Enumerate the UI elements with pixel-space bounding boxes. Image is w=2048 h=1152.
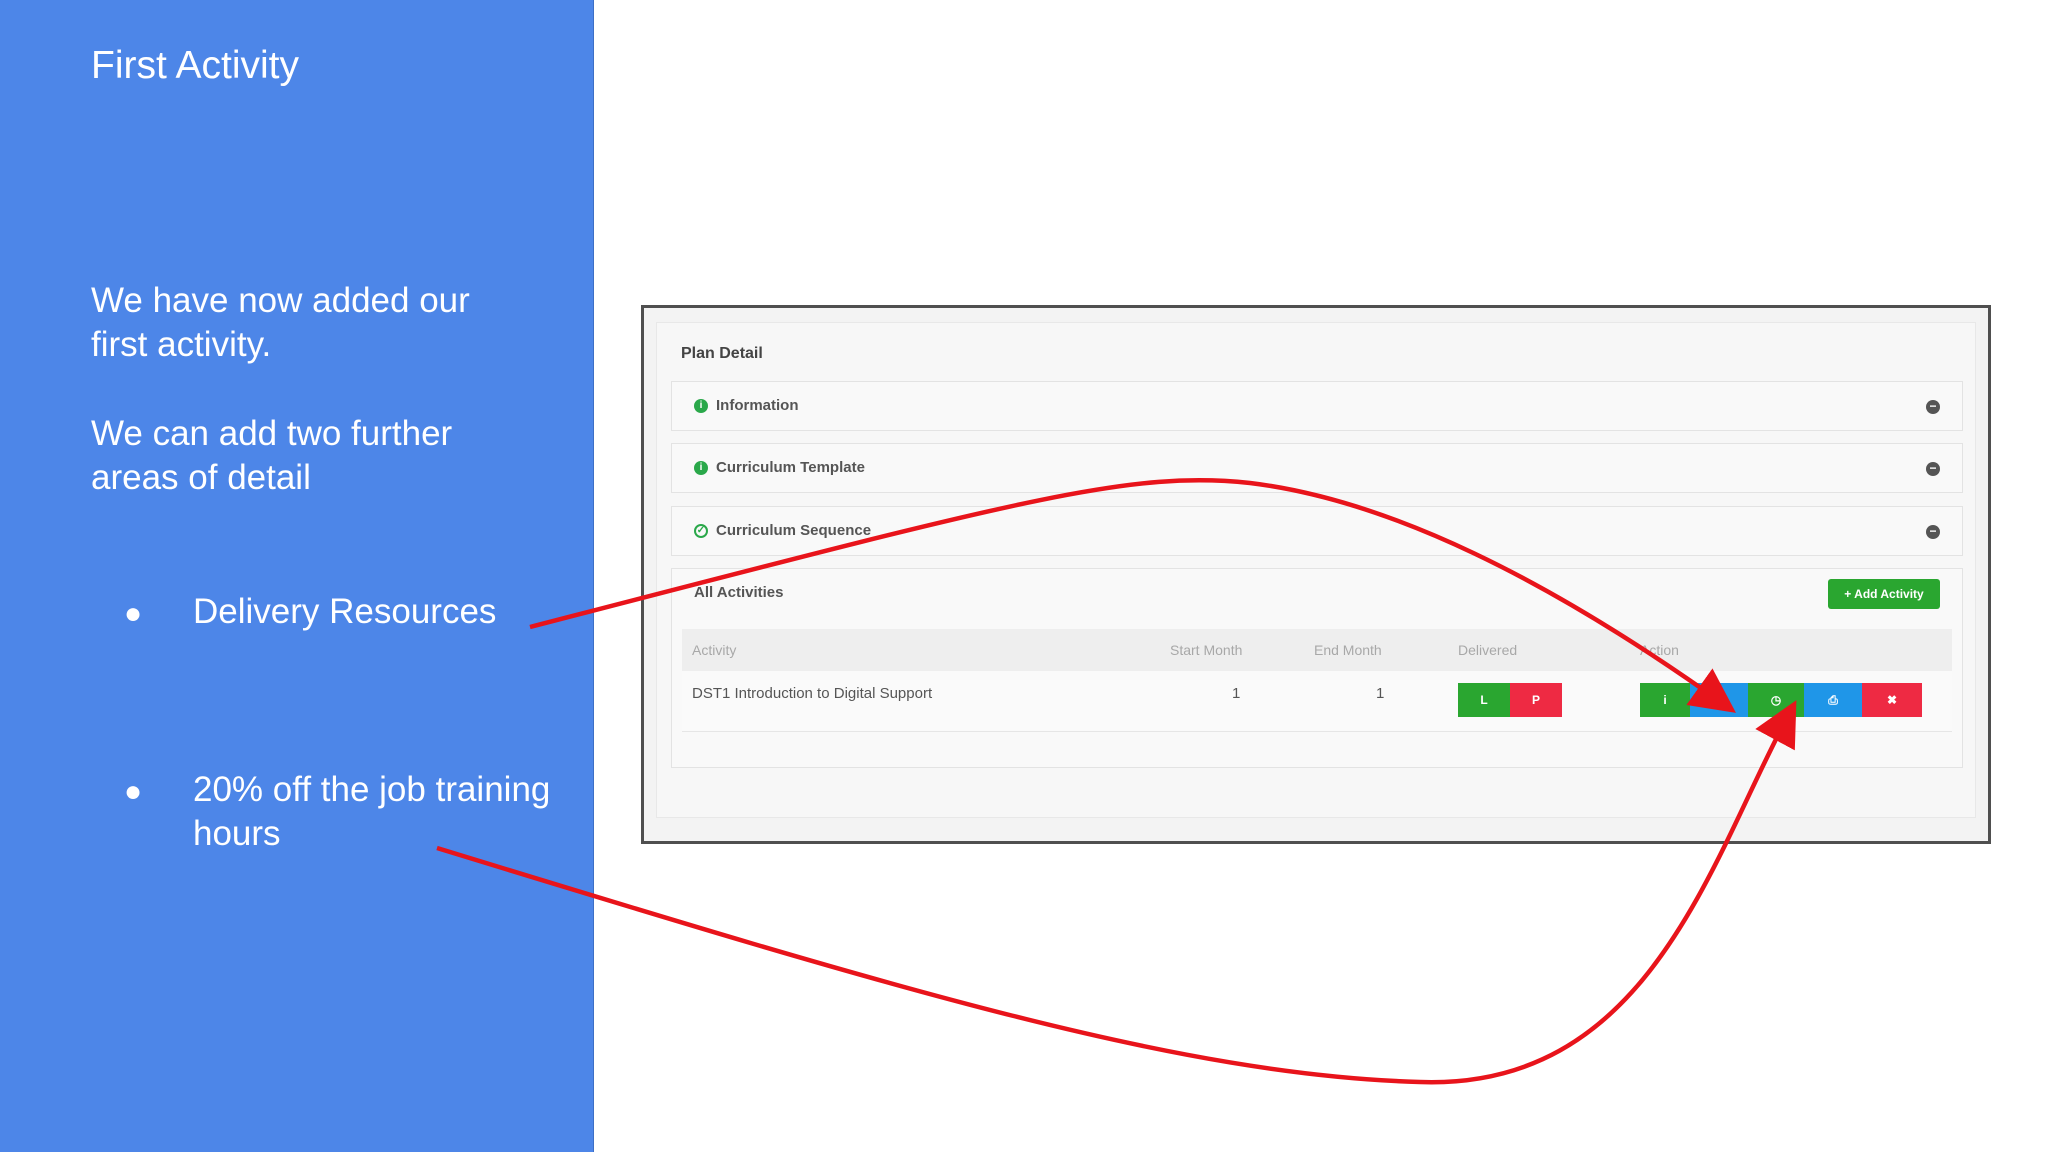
collapse-icon[interactable]: − <box>1926 525 1940 539</box>
bullet-off-the-job-hours: 20% off the job training hours <box>193 770 551 853</box>
left-panel: First Activity We have now added our fir… <box>0 0 594 1152</box>
add-activity-button[interactable]: + Add Activity <box>1828 579 1940 609</box>
collapse-icon[interactable]: − <box>1926 462 1940 476</box>
bullet-delivery-resources: Delivery Resources <box>193 592 497 631</box>
book-icon[interactable]: ■ <box>1690 683 1748 717</box>
bullet-dot: ● <box>124 775 143 808</box>
activity-name: DST1 Introduction to Digital Support <box>692 685 933 702</box>
delivered-l-button[interactable]: L <box>1458 683 1510 717</box>
detail-paragraph: We can add two further areas of detail <box>91 414 453 497</box>
clock-icon[interactable]: ◷ <box>1748 683 1804 717</box>
activities-table-header: Activity Start Month End Month Delivered… <box>682 629 1952 671</box>
intro-paragraph: We have now added our first activity. <box>91 281 470 364</box>
section-information[interactable]: i Information − <box>671 381 1963 431</box>
bullet-dot: ● <box>124 597 143 630</box>
column-header-delivered: Delivered <box>1458 642 1518 658</box>
section-label: Curriculum Template <box>716 459 865 476</box>
collapse-icon[interactable]: − <box>1926 400 1940 414</box>
info-icon[interactable]: i <box>1640 683 1690 717</box>
delete-icon[interactable]: ✖ <box>1862 683 1922 717</box>
check-circle-icon: ✓ <box>694 524 708 538</box>
plan-detail-card: Plan Detail i Information − i Curriculum… <box>656 322 1976 818</box>
info-circle-icon: i <box>694 461 708 475</box>
column-header-action: Action <box>1640 642 1679 658</box>
plan-detail-title: Plan Detail <box>681 345 763 362</box>
column-header-start-month: Start Month <box>1170 642 1243 658</box>
table-row: DST1 Introduction to Digital Support 1 1… <box>682 671 1952 732</box>
column-header-activity: Activity <box>692 642 737 658</box>
info-circle-icon: i <box>694 399 708 413</box>
app-screenshot: Plan Detail i Information − i Curriculum… <box>641 305 1991 844</box>
section-label: Curriculum Sequence <box>716 522 872 539</box>
all-activities-title: All Activities <box>694 584 784 601</box>
section-label: Information <box>716 397 799 414</box>
section-curriculum-template[interactable]: i Curriculum Template − <box>671 443 1963 493</box>
end-month: 1 <box>1376 685 1385 702</box>
all-activities-panel: All Activities + Add Activity Activity S… <box>671 568 1963 768</box>
slide-title: First Activity <box>91 44 300 87</box>
delivered-p-button[interactable]: P <box>1510 683 1562 717</box>
section-curriculum-sequence[interactable]: ✓ Curriculum Sequence − <box>671 506 1963 556</box>
start-month: 1 <box>1232 685 1241 702</box>
column-header-end-month: End Month <box>1314 642 1382 658</box>
print-icon[interactable]: ⎙ <box>1804 683 1862 717</box>
